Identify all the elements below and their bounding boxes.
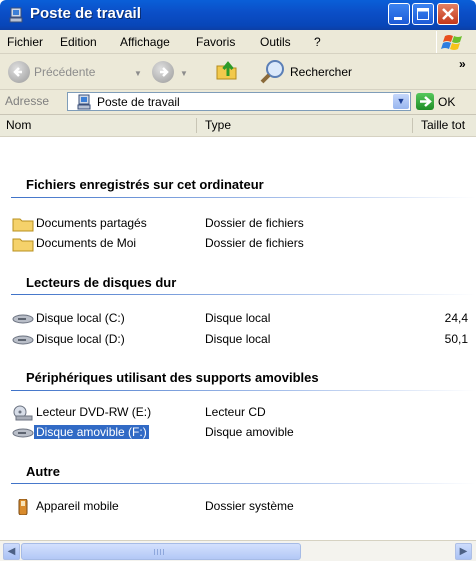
list-item-name[interactable]: Disque amovible (F:): [34, 425, 149, 439]
menu-favoris[interactable]: Favoris: [196, 35, 235, 49]
toolbar: Précédente ▼ ▼ Rechercher »: [0, 54, 476, 90]
column-size[interactable]: Taille tot: [421, 118, 465, 132]
list-item-type: Disque local: [205, 332, 271, 346]
dvd-drive-icon: [13, 405, 33, 421]
folder-up-icon[interactable]: [214, 57, 240, 83]
list-item-type: Disque amovible: [205, 425, 294, 439]
menu-fichier[interactable]: Fichier: [7, 35, 43, 49]
group-divider: [11, 197, 476, 198]
windows-logo: [436, 31, 473, 53]
address-input[interactable]: Poste de travail ▼: [67, 92, 411, 111]
list-item-name[interactable]: Lecteur DVD-RW (E:): [36, 405, 151, 419]
address-bar: Adresse Poste de travail ▼ OK: [0, 90, 476, 115]
maximize-icon: [417, 8, 429, 20]
removable-disk-icon: [12, 428, 34, 438]
list-item-type: Dossier de fichiers: [205, 216, 304, 230]
minimize-icon: [394, 17, 402, 20]
list-item-type: Disque local: [205, 311, 271, 325]
go-arrow-icon: [420, 96, 432, 107]
maximize-button[interactable]: [412, 3, 434, 25]
column-name[interactable]: Nom: [6, 118, 31, 132]
go-button[interactable]: [416, 93, 434, 110]
close-icon: [442, 8, 454, 20]
column-type[interactable]: Type: [205, 118, 231, 132]
menu-bar: Fichier Edition Affichage Favoris Outils…: [0, 30, 476, 54]
address-value: Poste de travail: [97, 95, 180, 109]
list-item-size: 24,4: [444, 311, 468, 325]
group-title: Fichiers enregistrés sur cet ordinateur: [26, 177, 264, 192]
scroll-thumb[interactable]: [21, 543, 301, 560]
group-title: Périphériques utilisant des supports amo…: [26, 370, 319, 385]
back-label[interactable]: Précédente: [34, 65, 95, 79]
forward-dropdown-icon[interactable]: ▼: [180, 69, 188, 78]
go-label[interactable]: OK: [438, 95, 455, 109]
list-item-type: Lecteur CD: [205, 405, 266, 419]
horizontal-scrollbar[interactable]: ◀ ▶: [0, 540, 476, 561]
computer-icon: [9, 7, 23, 23]
folder-icon: [12, 238, 34, 252]
folder-icon: [12, 218, 34, 232]
group-title: Autre: [26, 464, 60, 479]
list-item-name[interactable]: Documents partagés: [36, 216, 147, 230]
column-header: Nom Type Taille tot: [0, 115, 476, 137]
back-button[interactable]: [8, 61, 30, 83]
address-dropdown-button[interactable]: ▼: [393, 94, 409, 109]
list-item-size: 50,1: [444, 332, 468, 346]
scroll-right-button[interactable]: ▶: [455, 543, 472, 560]
window-title: Poste de travail: [30, 5, 141, 22]
search-button[interactable]: Rechercher: [290, 65, 352, 79]
scroll-left-button[interactable]: ◀: [3, 543, 20, 560]
menu-help[interactable]: ?: [314, 35, 321, 49]
list-item-name[interactable]: Documents de Moi: [36, 236, 136, 250]
forward-button[interactable]: [152, 61, 174, 83]
address-label: Adresse: [5, 94, 50, 108]
hard-disk-icon: [12, 314, 34, 324]
column-divider[interactable]: [412, 118, 413, 133]
list-item-name[interactable]: Appareil mobile: [36, 499, 119, 513]
file-list: Fichiers enregistrés sur cet ordinateur …: [0, 137, 476, 539]
search-icon[interactable]: [258, 58, 288, 86]
windows-flag-icon: [441, 35, 462, 50]
menu-edition[interactable]: Edition: [60, 35, 97, 49]
toolbar-overflow-chevron[interactable]: »: [459, 57, 466, 71]
menu-outils[interactable]: Outils: [260, 35, 291, 49]
close-button[interactable]: [437, 3, 459, 25]
hard-disk-icon: [12, 335, 34, 345]
list-item-type: Dossier système: [205, 499, 294, 513]
group-divider: [11, 294, 476, 295]
back-arrow-icon: [13, 67, 22, 77]
group-title: Lecteurs de disques dur: [26, 275, 177, 290]
menu-affichage[interactable]: Affichage: [120, 35, 170, 49]
group-divider: [11, 390, 476, 391]
column-divider[interactable]: [196, 118, 197, 133]
title-bar[interactable]: Poste de travail: [0, 0, 476, 30]
list-item-name[interactable]: Disque local (C:): [36, 311, 125, 325]
minimize-button[interactable]: [388, 3, 410, 25]
group-divider: [11, 483, 476, 484]
list-item-type: Dossier de fichiers: [205, 236, 304, 250]
back-dropdown-icon[interactable]: ▼: [134, 69, 142, 78]
mobile-device-icon: [18, 499, 28, 515]
computer-icon: [77, 94, 91, 110]
list-item-name[interactable]: Disque local (D:): [36, 332, 125, 346]
scroll-grip-icon: [154, 549, 164, 555]
explorer-window: Poste de travail Fichier Edition Afficha…: [0, 0, 476, 561]
forward-arrow-icon: [160, 67, 169, 77]
